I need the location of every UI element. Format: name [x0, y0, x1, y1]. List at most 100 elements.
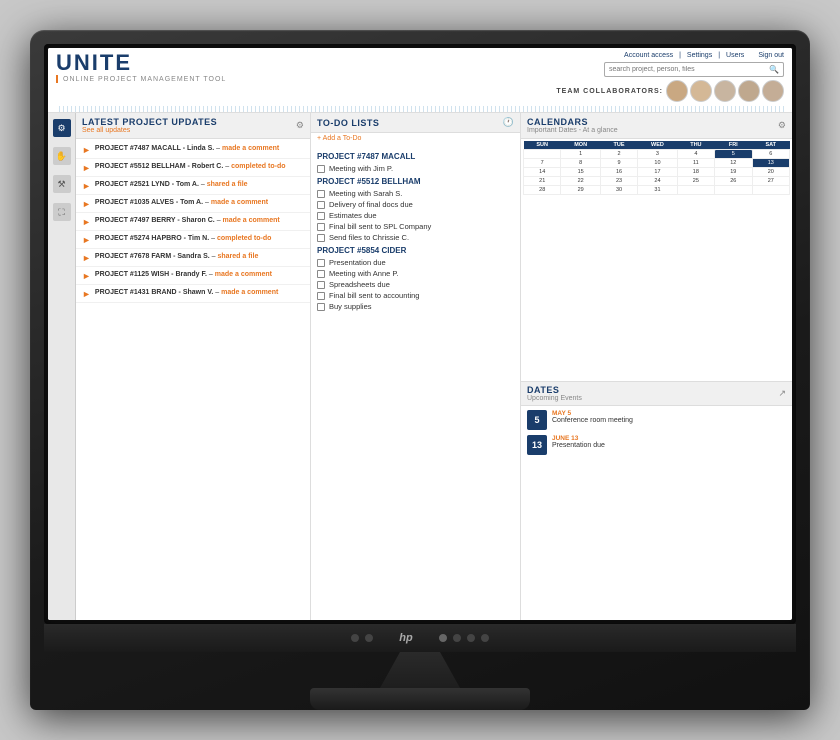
todo-item[interactable]: Final bill sent to accounting [317, 291, 514, 300]
calendar-day[interactable]: 13 [752, 159, 790, 168]
todo-item[interactable]: Delivery of final docs due [317, 200, 514, 209]
calendar-day[interactable]: 14 [524, 168, 561, 177]
monitor-btn[interactable] [351, 634, 359, 642]
todo-checkbox[interactable] [317, 223, 325, 231]
todo-text: Meeting with Sarah S. [329, 189, 402, 198]
calendar-day[interactable]: 29 [561, 186, 600, 195]
avatar-row [666, 80, 784, 102]
todo-item[interactable]: Final bill sent to SPL Company [317, 222, 514, 231]
monitor-btn[interactable] [467, 634, 475, 642]
calendar-day[interactable]: 28 [524, 186, 561, 195]
todo-item[interactable]: Spreadsheets due [317, 280, 514, 289]
monitor-power-btn[interactable] [439, 634, 447, 642]
add-todo-button[interactable]: + Add a To-Do [311, 133, 520, 144]
update-text: PROJECT #5274 HAPBRO - Tim N. – complete… [95, 234, 272, 243]
date-item[interactable]: 13 JUNE 13 Presentation due [527, 435, 786, 455]
calendar-day[interactable]: 24 [638, 177, 677, 186]
calendar-day[interactable]: 23 [600, 177, 637, 186]
update-item[interactable]: ► PROJECT #7497 BERRY - Sharon C. – made… [76, 213, 310, 231]
todo-item[interactable]: Meeting with Sarah S. [317, 189, 514, 198]
users-link[interactable]: Users [726, 52, 744, 59]
update-item[interactable]: ► PROJECT #1035 ALVES - Tom A. – made a … [76, 195, 310, 213]
todo-checkbox[interactable] [317, 270, 325, 278]
calendar-day[interactable]: 10 [638, 159, 677, 168]
account-access-link[interactable]: Account access [624, 52, 673, 59]
todo-checkbox[interactable] [317, 281, 325, 289]
team-label: TEAM COLLABORATORS: [556, 88, 663, 95]
sidebar-icon-hand[interactable]: ✋ [53, 147, 71, 165]
updates-settings-icon[interactable]: ⚙ [296, 120, 304, 131]
settings-link[interactable]: Settings [687, 52, 712, 59]
calendar-day[interactable]: 17 [638, 168, 677, 177]
todo-checkbox[interactable] [317, 303, 325, 311]
sidebar-icon-monitor[interactable]: ⛶ [53, 203, 71, 221]
calendar-day[interactable]: 22 [561, 177, 600, 186]
todo-checkbox[interactable] [317, 165, 325, 173]
todo-project-name: PROJECT #5854 CIDER [317, 246, 514, 255]
dates-expand-icon[interactable]: ↗ [778, 388, 786, 399]
calendar-day[interactable]: 9 [600, 159, 637, 168]
calendar-day[interactable]: 21 [524, 177, 561, 186]
todo-item[interactable]: Buy supplies [317, 302, 514, 311]
calendar-day[interactable]: 1 [561, 150, 600, 159]
calendar-day[interactable]: 11 [677, 159, 714, 168]
calendars-settings-icon[interactable]: ⚙ [778, 120, 786, 131]
todo-clock-icon[interactable]: 🕐 [503, 117, 514, 128]
calendar-day[interactable]: 27 [752, 177, 790, 186]
todo-item[interactable]: Estimates due [317, 211, 514, 220]
todo-item[interactable]: Meeting with Jim P. [317, 164, 514, 173]
calendar-day[interactable]: 16 [600, 168, 637, 177]
todo-text: Meeting with Jim P. [329, 164, 393, 173]
update-item[interactable]: ► PROJECT #1431 BRAND - Shawn V. – made … [76, 285, 310, 303]
search-input[interactable] [609, 66, 769, 73]
update-item[interactable]: ► PROJECT #2521 LYND - Tom A. – shared a… [76, 177, 310, 195]
calendar-day[interactable]: 19 [715, 168, 752, 177]
todo-item[interactable]: Send files to Chrissie C. [317, 233, 514, 242]
todo-checkbox[interactable] [317, 259, 325, 267]
team-collaborators: TEAM COLLABORATORS: [556, 80, 784, 102]
see-all-updates[interactable]: See all updates [82, 127, 217, 134]
calendar-day[interactable]: 7 [524, 159, 561, 168]
sidebar-icon-settings[interactable]: ⚒ [53, 175, 71, 193]
todo-project-name: PROJECT #7487 MACALL [317, 152, 514, 161]
calendar-day[interactable]: 3 [638, 150, 677, 159]
update-item[interactable]: ► PROJECT #1125 WISH - Brandy F. – made … [76, 267, 310, 285]
update-item[interactable]: ► PROJECT #7487 MACALL - Linda S. – made… [76, 141, 310, 159]
update-item[interactable]: ► PROJECT #5274 HAPBRO - Tim N. – comple… [76, 231, 310, 249]
app-main: ⚙ ✋ ⚒ ⛶ LATEST PROJECT UPDATES See all u… [48, 113, 792, 620]
date-item[interactable]: 5 MAY 5 Conference room meeting [527, 410, 786, 430]
todo-checkbox[interactable] [317, 201, 325, 209]
logo-area: UNITE ONLINE PROJECT MANAGEMENT TOOL [56, 52, 226, 83]
monitor-btn[interactable] [453, 634, 461, 642]
calendar-day[interactable]: 4 [677, 150, 714, 159]
update-text: PROJECT #1125 WISH - Brandy F. – made a … [95, 270, 272, 279]
calendar-day[interactable]: 30 [600, 186, 637, 195]
todo-checkbox[interactable] [317, 190, 325, 198]
update-item[interactable]: ► PROJECT #7678 FARM - Sandra S. – share… [76, 249, 310, 267]
dates-list: 5 MAY 5 Conference room meeting 13 JUNE … [521, 406, 792, 464]
update-text: PROJECT #7487 MACALL - Linda S. – made a… [95, 144, 279, 153]
signout-link[interactable]: Sign out [758, 52, 784, 59]
calendar-day[interactable]: 18 [677, 168, 714, 177]
calendar-day[interactable]: 31 [638, 186, 677, 195]
calendar-day[interactable]: 20 [752, 168, 790, 177]
todo-checkbox[interactable] [317, 292, 325, 300]
calendar-day[interactable]: 12 [715, 159, 752, 168]
todo-checkbox[interactable] [317, 212, 325, 220]
calendar-day[interactable]: 26 [715, 177, 752, 186]
calendar-day[interactable]: 8 [561, 159, 600, 168]
calendar-day[interactable]: 6 [752, 150, 790, 159]
monitor-btn[interactable] [365, 634, 373, 642]
todo-item[interactable]: Presentation due [317, 258, 514, 267]
monitor-btn[interactable] [481, 634, 489, 642]
calendar-day[interactable]: 15 [561, 168, 600, 177]
right-column: CALENDARS Important Dates - At a glance … [521, 113, 792, 620]
calendar-day[interactable]: 5 [715, 150, 752, 159]
calendar-day [524, 150, 561, 159]
update-item[interactable]: ► PROJECT #5512 BELLHAM - Robert C. – co… [76, 159, 310, 177]
sidebar-icon-gear[interactable]: ⚙ [53, 119, 71, 137]
todo-item[interactable]: Meeting with Anne P. [317, 269, 514, 278]
calendar-day[interactable]: 25 [677, 177, 714, 186]
todo-checkbox[interactable] [317, 234, 325, 242]
calendar-day[interactable]: 2 [600, 150, 637, 159]
